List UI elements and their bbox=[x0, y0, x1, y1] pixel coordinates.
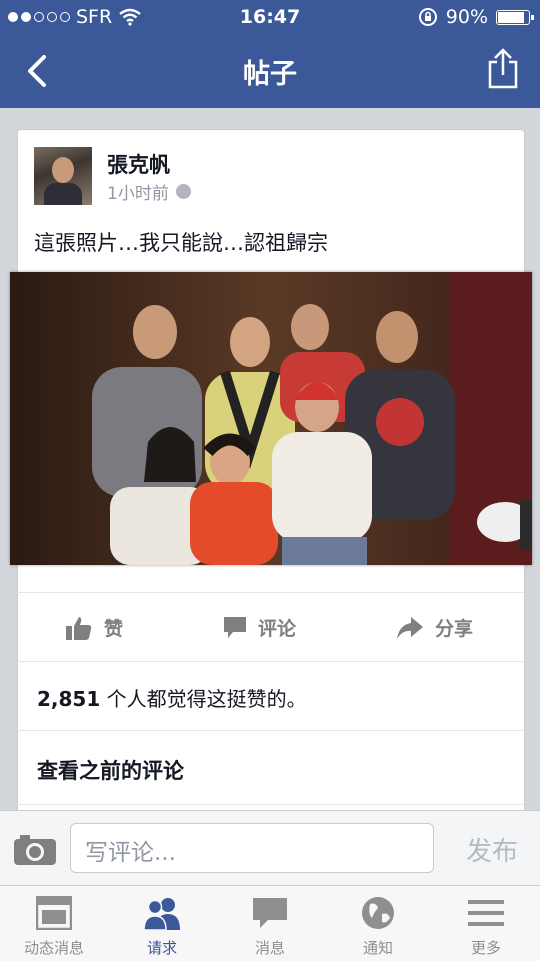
status-bar: SFR 16:47 90% bbox=[0, 0, 540, 34]
friend-requests-icon bbox=[144, 898, 180, 930]
post-actions: 赞 评论 分享 bbox=[17, 592, 523, 662]
battery-percent: 90% bbox=[445, 6, 488, 28]
globe-icon bbox=[362, 897, 394, 929]
public-globe-icon bbox=[175, 184, 191, 199]
group-photo-image bbox=[10, 272, 532, 565]
post-timestamp: 1小时前 bbox=[107, 184, 169, 204]
comment-bubble-icon bbox=[224, 616, 246, 638]
tab-label: 请求 bbox=[146, 939, 177, 957]
tab-more[interactable]: 更多 bbox=[432, 886, 540, 961]
post-photo[interactable] bbox=[10, 272, 532, 565]
likes-count: 2,851 bbox=[37, 687, 101, 711]
tab-label: 更多 bbox=[470, 939, 501, 957]
share-button[interactable]: 分享 bbox=[397, 614, 473, 641]
comment-label: 评论 bbox=[258, 618, 297, 640]
tab-label: 消息 bbox=[254, 939, 285, 957]
comment-composer: 写评论... 发布 bbox=[0, 810, 540, 885]
like-label: 赞 bbox=[104, 618, 124, 640]
camera-icon[interactable] bbox=[14, 833, 56, 865]
tab-requests[interactable]: 请求 bbox=[108, 886, 216, 961]
author-avatar[interactable] bbox=[34, 147, 92, 205]
tab-notifications[interactable]: 通知 bbox=[324, 886, 432, 961]
battery-info: 90% bbox=[418, 6, 534, 28]
tab-label: 通知 bbox=[362, 939, 393, 957]
comment-input[interactable]: 写评论... bbox=[70, 823, 434, 873]
thumbs-up-icon bbox=[66, 616, 92, 640]
view-previous-comments-link[interactable]: 查看之前的评论 bbox=[37, 755, 184, 785]
post-comment-button[interactable]: 发布 bbox=[466, 831, 518, 868]
navigation-bar: 帖子 bbox=[0, 34, 540, 108]
menu-icon bbox=[468, 900, 504, 926]
share-label: 分享 bbox=[435, 618, 474, 640]
comment-button[interactable]: 评论 bbox=[224, 614, 296, 641]
likes-text: 个人都觉得这挺赞的。 bbox=[100, 687, 307, 711]
share-icon[interactable] bbox=[486, 48, 520, 90]
tab-messages[interactable]: 消息 bbox=[216, 886, 324, 961]
tab-news-feed[interactable]: 动态消息 bbox=[0, 886, 108, 961]
post-text: 這張照片…我只能說…認祖歸宗 bbox=[34, 231, 328, 255]
news-feed-icon bbox=[36, 896, 72, 930]
rotation-lock-icon bbox=[418, 8, 437, 26]
tab-bar: 动态消息 请求 消息 通知 更多 bbox=[0, 885, 540, 961]
messages-icon bbox=[253, 898, 287, 928]
post-meta: 1小时前 bbox=[107, 179, 191, 204]
battery-icon bbox=[496, 9, 534, 25]
author-name[interactable]: 張克帆 bbox=[107, 149, 170, 179]
divider bbox=[17, 804, 523, 805]
tab-label: 动态消息 bbox=[23, 939, 84, 957]
like-button[interactable]: 赞 bbox=[66, 614, 123, 641]
page-title: 帖子 bbox=[243, 59, 297, 90]
divider bbox=[17, 730, 523, 731]
likes-summary[interactable]: 2,851 个人都觉得这挺赞的。 bbox=[37, 683, 307, 712]
share-arrow-icon bbox=[397, 616, 423, 639]
